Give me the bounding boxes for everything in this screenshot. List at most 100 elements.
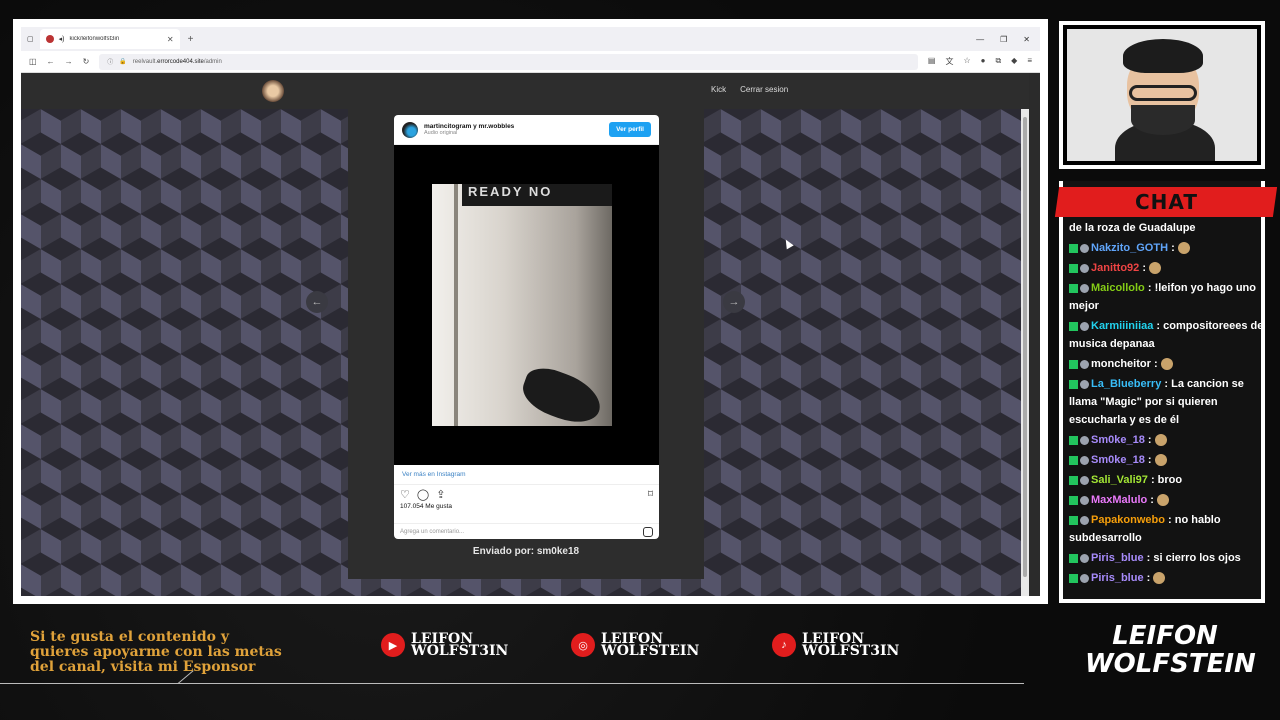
comment-input[interactable]: Agrega un comentario... bbox=[394, 523, 659, 539]
chat-text: : bbox=[1153, 358, 1158, 370]
kick-badge-icon bbox=[1069, 435, 1078, 445]
lock-icon: 🔒 bbox=[119, 59, 127, 65]
view-more-link[interactable]: Ver más en Instagram bbox=[394, 465, 659, 485]
chat-username[interactable]: Maicollolo bbox=[1091, 282, 1145, 294]
chat-text: : bbox=[1150, 494, 1154, 506]
close-window-button[interactable]: ✕ bbox=[1023, 35, 1030, 44]
forward-icon[interactable]: → bbox=[65, 57, 73, 66]
social-youtube[interactable]: ▶ LEIFON WOLFST3IN bbox=[381, 631, 509, 659]
translate-icon[interactable]: 文 bbox=[945, 56, 953, 67]
video-player[interactable]: READY NO bbox=[394, 145, 659, 465]
chat-message: Papakonwebo : no hablo subdesarrollo bbox=[1069, 511, 1265, 547]
toolbar-icons: ▤ 文 ☆ ● ⧉ ◆ ≡ bbox=[928, 56, 1032, 67]
tab-favicon-icon bbox=[45, 35, 54, 43]
window-controls: — ❐ ✕ bbox=[976, 35, 1040, 44]
nav-logout-link[interactable]: Cerrar sesion bbox=[740, 85, 788, 94]
chat-message: Piris_blue : si cierro los ojos bbox=[1069, 549, 1265, 567]
logo-line-bottom: WOLFSTEIN bbox=[1085, 649, 1256, 679]
browser-tab[interactable]: ◂) kick/leifonwolfst3in ✕ bbox=[39, 29, 180, 49]
kick-badge-icon bbox=[1069, 495, 1078, 505]
chat-text: : bbox=[1171, 242, 1175, 254]
view-profile-button[interactable]: Ver perfil bbox=[609, 122, 651, 137]
chat-message: Janitto92 : bbox=[1069, 259, 1265, 277]
new-tab-button[interactable]: + bbox=[188, 34, 194, 45]
account-icon[interactable]: ● bbox=[981, 56, 986, 67]
avatar-hair bbox=[1123, 39, 1203, 73]
logo-line-top: LEIFON bbox=[1112, 621, 1218, 651]
chat-message: MaxMalulo : bbox=[1069, 491, 1265, 509]
sub-badge-icon bbox=[1080, 495, 1089, 505]
sub-badge-icon bbox=[1080, 243, 1089, 253]
site-logo[interactable] bbox=[262, 80, 284, 102]
tab-title: kick/leifonwolfst3in bbox=[69, 36, 120, 42]
post-audio[interactable]: Audio original bbox=[424, 130, 603, 136]
reader-view-icon[interactable]: ▤ bbox=[928, 56, 936, 67]
chat-username[interactable]: Janitto92 bbox=[1091, 262, 1139, 274]
chat-username[interactable]: Sali_Vali97 bbox=[1091, 474, 1148, 486]
social-youtube-label: LEIFON WOLFST3IN bbox=[411, 631, 509, 659]
sub-badge-icon bbox=[1080, 553, 1089, 563]
scrollbar-thumb[interactable] bbox=[1023, 117, 1027, 577]
chat-username[interactable]: MaxMalulo bbox=[1091, 494, 1147, 506]
sub-badge-icon bbox=[1080, 573, 1089, 583]
tab-close-icon[interactable]: ✕ bbox=[167, 35, 174, 44]
chat-text: : bbox=[1147, 454, 1152, 466]
instagram-icon: ◎ bbox=[571, 633, 595, 657]
sub-badge-icon bbox=[1080, 455, 1089, 465]
sub-badge-icon bbox=[1080, 283, 1089, 293]
bookmark-icon[interactable]: ⌑ bbox=[648, 489, 653, 500]
addon-icon[interactable]: ◆ bbox=[1011, 56, 1017, 67]
share-icon[interactable]: ⇪ bbox=[436, 488, 445, 501]
chat-username[interactable]: moncheitor bbox=[1091, 358, 1151, 370]
video-sign-text: READY NO bbox=[462, 184, 612, 206]
chat-username[interactable]: Nakzito_GOTH bbox=[1091, 242, 1168, 254]
address-bar[interactable]: ⓘ 🔒 reelvault.errorcode404.site/admin bbox=[99, 53, 918, 70]
nav-kick-link[interactable]: Kick bbox=[711, 85, 726, 94]
streamer-avatar bbox=[1067, 29, 1257, 161]
chat-text: : bbox=[1147, 434, 1152, 446]
minimize-button[interactable]: — bbox=[976, 35, 984, 44]
star-icon[interactable]: ☆ bbox=[963, 56, 970, 67]
likes-count: 107.054 Me gusta bbox=[400, 503, 453, 510]
tab-list-icon[interactable]: ▢ bbox=[27, 35, 34, 43]
chat-username[interactable]: Karmiiiniiaa bbox=[1091, 320, 1153, 332]
kick-badge-icon bbox=[1069, 475, 1078, 485]
extensions-icon[interactable]: ⧉ bbox=[995, 56, 1001, 67]
page-scrollbar[interactable] bbox=[1021, 109, 1029, 596]
comment-placeholder: Agrega un comentario... bbox=[400, 528, 465, 535]
speaker-icon[interactable]: ◂) bbox=[59, 35, 65, 43]
chat-username[interactable]: Papakonwebo bbox=[1091, 514, 1165, 526]
reload-icon[interactable]: ↻ bbox=[83, 57, 90, 66]
chat-message: moncheitor : bbox=[1069, 355, 1265, 373]
restore-button[interactable]: ❐ bbox=[1000, 35, 1007, 44]
chat-username[interactable]: Piris_blue bbox=[1091, 552, 1144, 564]
youtube-icon: ▶ bbox=[381, 633, 405, 657]
chat-text: : bbox=[1146, 572, 1151, 584]
url-text: reelvault.errorcode404.site/admin bbox=[132, 58, 222, 65]
site-info-icon[interactable]: ⓘ bbox=[107, 57, 113, 66]
like-icon[interactable]: ♡ bbox=[400, 488, 410, 501]
post-username[interactable]: martincitogram y mr.wobbles bbox=[424, 123, 603, 130]
social-tiktok[interactable]: ♪ LEIFON WOLFST3IN bbox=[772, 632, 899, 658]
prev-arrow-icon[interactable]: ← bbox=[306, 291, 328, 313]
sidebar-icon[interactable]: ◫ bbox=[29, 57, 37, 66]
chat-username[interactable]: Piris_blue bbox=[1091, 572, 1144, 584]
kick-badge-icon bbox=[1069, 359, 1078, 369]
video-panel: martincitogram y mr.wobbles Audio origin… bbox=[348, 109, 704, 579]
mouse-cursor-icon bbox=[782, 237, 794, 250]
chat-text: de la roza de Guadalupe bbox=[1069, 222, 1196, 234]
chat-username[interactable]: Sm0ke_18 bbox=[1091, 454, 1145, 466]
comment-icon[interactable]: ◯ bbox=[417, 488, 429, 501]
instagram-icon[interactable] bbox=[643, 526, 653, 537]
sponsor-text: Si te gusta el contenido y quieres apoya… bbox=[30, 629, 282, 675]
chat-username[interactable]: La_Blueberry bbox=[1091, 378, 1161, 390]
chat-username[interactable]: Sm0ke_18 bbox=[1091, 434, 1145, 446]
back-icon[interactable]: ← bbox=[47, 57, 55, 66]
menu-icon[interactable]: ≡ bbox=[1027, 56, 1032, 67]
kick-badge-icon bbox=[1069, 515, 1078, 525]
chat-text: : broo bbox=[1150, 474, 1183, 486]
social-instagram[interactable]: ◎ LEIFON WOLFSTEIN bbox=[571, 632, 699, 658]
kick-badge-icon bbox=[1069, 283, 1078, 293]
avatar[interactable] bbox=[402, 121, 418, 138]
next-arrow-icon[interactable]: → bbox=[723, 291, 745, 313]
